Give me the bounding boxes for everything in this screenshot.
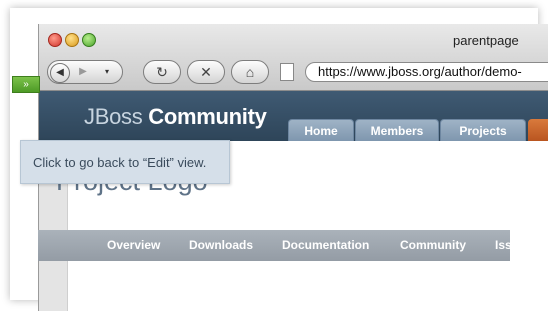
window-title: parentpage [453, 33, 519, 48]
site-logo[interactable]: JBoss Community [84, 104, 267, 130]
edit-toggle-button[interactable]: » [12, 76, 40, 93]
tab-projects[interactable]: Projects [440, 119, 526, 142]
reload-button[interactable]: ↻ [143, 60, 181, 84]
subnav-issue-tracker[interactable]: Issue T [495, 238, 536, 252]
window-titlebar: parentpage ◀ ▶ ▾ ↻ ✕ ⌂ https://www.jboss… [39, 24, 548, 91]
tab-partial[interactable] [528, 119, 548, 141]
logo-prefix: JBoss [84, 104, 143, 129]
history-dropdown-icon[interactable]: ▾ [98, 63, 116, 81]
back-forward-group: ◀ ▶ ▾ [47, 60, 123, 84]
home-button[interactable]: ⌂ [231, 60, 269, 84]
forward-button[interactable]: ▶ [74, 63, 92, 81]
tab-home[interactable]: Home [288, 119, 354, 142]
zoom-window-button[interactable] [82, 33, 96, 47]
subnav-community[interactable]: Community [400, 238, 466, 252]
tab-members[interactable]: Members [355, 119, 439, 142]
minimize-window-button[interactable] [65, 33, 79, 47]
subnav-downloads[interactable]: Downloads [189, 238, 253, 252]
subnav-documentation[interactable]: Documentation [282, 238, 369, 252]
close-window-button[interactable] [48, 33, 62, 47]
page-icon [280, 63, 294, 81]
edit-view-tooltip: Click to go back to “Edit” view. [20, 140, 230, 184]
back-button[interactable]: ◀ [50, 63, 70, 83]
stop-button[interactable]: ✕ [187, 60, 225, 84]
subnav-overview[interactable]: Overview [107, 238, 160, 252]
address-bar[interactable]: https://www.jboss.org/author/demo- [305, 62, 548, 82]
logo-main: Community [148, 104, 267, 129]
